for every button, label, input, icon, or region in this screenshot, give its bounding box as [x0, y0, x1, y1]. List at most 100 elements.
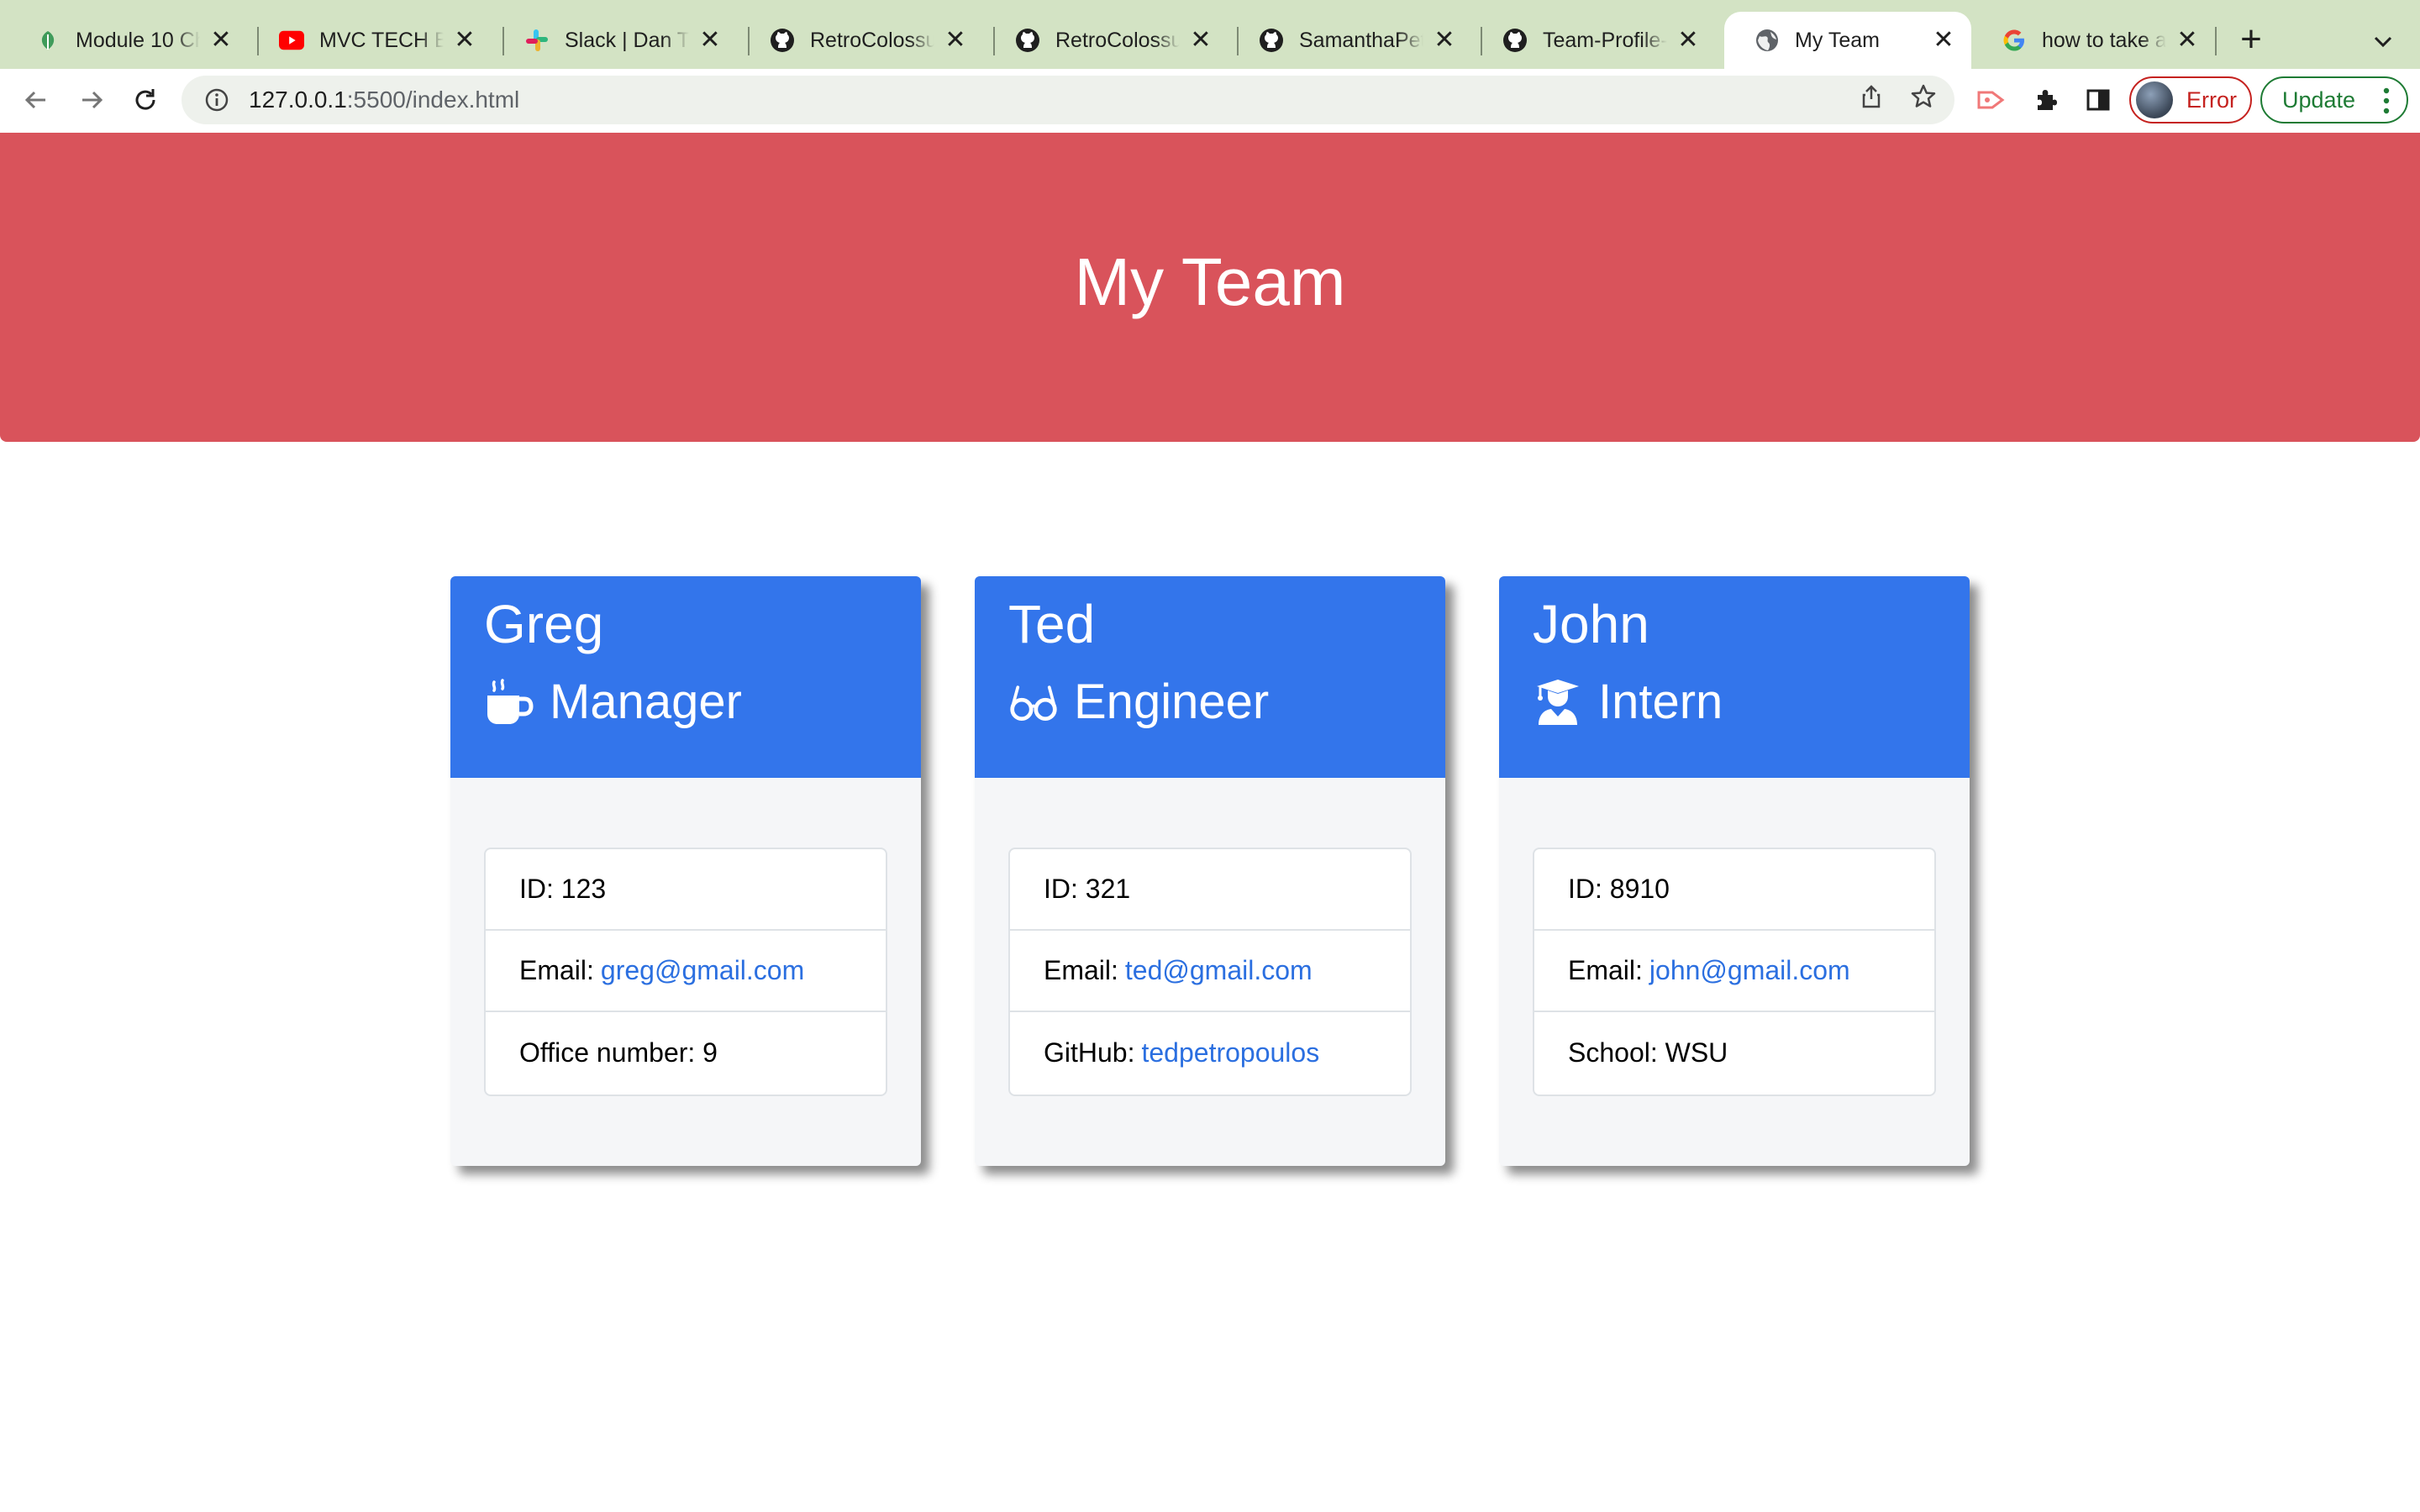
role-label: Engineer	[1074, 675, 1270, 729]
id-value: 321	[1085, 874, 1131, 904]
profile-button[interactable]: Error	[2129, 76, 2252, 123]
github-link[interactable]: tedpetropoulos	[1141, 1037, 1319, 1068]
update-button[interactable]: Update	[2260, 76, 2408, 123]
employee-details: ID: 123 Email: greg@gmail.com Office numb…	[484, 848, 887, 1096]
star-icon	[1910, 83, 1937, 114]
role-label: Manager	[550, 675, 742, 729]
close-icon[interactable]: ✕	[697, 28, 723, 53]
extension-button[interactable]	[1970, 81, 2012, 123]
profile-error-label: Error	[2186, 87, 2237, 113]
puzzle-icon	[2033, 87, 2060, 118]
close-icon[interactable]: ✕	[208, 28, 234, 53]
employee-card-manager: Greg Manager ID: 123 Email:greg@gmail.c	[450, 576, 921, 1166]
share-button[interactable]	[1850, 77, 1892, 119]
url-text: 127.0.0.1:5500/index.html	[249, 87, 519, 113]
email-link[interactable]: john@gmail.com	[1649, 955, 1850, 986]
side-panel-button[interactable]	[2077, 81, 2119, 123]
forward-button[interactable]	[71, 81, 113, 123]
close-icon[interactable]: ✕	[1432, 28, 1457, 53]
close-icon[interactable]: ✕	[1931, 28, 1956, 53]
card-header: John Intern	[1499, 576, 1970, 778]
reload-button[interactable]	[124, 81, 166, 123]
globe-icon	[1754, 28, 1780, 53]
id-row: ID: 321	[1010, 849, 1410, 931]
more-vert-icon	[2383, 87, 2390, 119]
youtube-icon	[279, 28, 304, 53]
tab-title: SamanthaPeterson	[1299, 28, 1423, 52]
id-row: ID: 8910	[1534, 849, 1934, 931]
graduate-icon	[1533, 677, 1583, 727]
id-row: ID: 123	[486, 849, 886, 931]
school-label: School:	[1568, 1037, 1658, 1068]
tab-title: MVC TECH BLOG	[319, 28, 444, 52]
github-icon	[1259, 28, 1284, 53]
tab-title: My Team	[1795, 28, 1880, 52]
info-icon[interactable]	[203, 87, 230, 113]
github-icon	[770, 28, 795, 53]
github-icon	[1502, 28, 1528, 53]
reload-icon	[131, 86, 160, 118]
github-row: GitHub: tedpetropoulos	[1010, 1012, 1410, 1094]
extensions-button[interactable]	[2025, 81, 2067, 123]
tab-google-search[interactable]: how to take a screenshot ✕	[1971, 12, 2215, 69]
email-label: Email:	[1044, 955, 1118, 985]
email-label: Email:	[519, 955, 594, 985]
tab-retrocolossus-2[interactable]: RetroColossus ✕	[985, 12, 1228, 69]
id-value: 8910	[1609, 874, 1670, 904]
tab-module-10[interactable]: Module 10 Challenge ✕	[5, 12, 249, 69]
email-row: Email: ted@gmail.com	[1010, 931, 1410, 1012]
id-label: ID:	[1044, 874, 1078, 904]
tab-strip: Module 10 Challenge ✕ MVC TECH BLOG ✕ Sl…	[0, 0, 2420, 69]
office-number-value: 9	[702, 1037, 718, 1068]
employee-details: ID: 321 Email: ted@gmail.com GitHub: tedpe…	[1008, 848, 1412, 1096]
email-row: Email: greg@gmail.com	[486, 931, 886, 1012]
employee-name: John	[1533, 594, 1649, 654]
close-icon[interactable]: ✕	[1188, 28, 1213, 53]
github-label: GitHub:	[1044, 1037, 1135, 1068]
url-path: :5500/index.html	[346, 87, 520, 113]
close-icon[interactable]: ✕	[1676, 28, 1701, 53]
employee-name: Greg	[484, 594, 604, 654]
close-icon[interactable]: ✕	[2175, 28, 2200, 53]
close-icon[interactable]: ✕	[452, 28, 477, 53]
side-panel-icon	[2085, 87, 2112, 118]
id-label: ID:	[519, 874, 554, 904]
bookmark-button[interactable]	[1902, 77, 1944, 119]
new-tab-button[interactable]: +	[2230, 18, 2272, 60]
email-label: Email:	[1568, 955, 1643, 985]
arrow-right-icon	[77, 86, 106, 118]
employee-name: Ted	[1008, 594, 1096, 654]
google-icon	[2002, 28, 2027, 53]
tab-team-profile-generator[interactable]: Team-Profile-Generator ✕	[1472, 12, 1716, 69]
school-value: WSU	[1665, 1037, 1728, 1068]
glasses-icon	[1008, 677, 1059, 727]
employee-details: ID: 8910 Email: john@gmail.com School: WS…	[1533, 848, 1936, 1096]
tab-my-team[interactable]: My Team ✕	[1724, 12, 1971, 69]
office-number-row: Office number: 9	[486, 1012, 886, 1094]
url-host: 127.0.0.1	[249, 87, 347, 113]
employee-card-intern: John Intern ID: 8910 Email: john@gmail.c…	[1499, 576, 1970, 1166]
back-button[interactable]	[15, 81, 57, 123]
update-label: Update	[2282, 87, 2356, 113]
email-link[interactable]: ted@gmail.com	[1125, 955, 1313, 986]
office-number-label: Office number:	[519, 1037, 696, 1068]
tab-slack[interactable]: Slack | Dan Thomas ✕	[494, 12, 738, 69]
tab-search-button[interactable]	[2368, 27, 2398, 57]
email-link[interactable]: greg@gmail.com	[601, 955, 804, 986]
email-row: Email: john@gmail.com	[1534, 931, 1934, 1012]
avatar	[2136, 81, 2173, 118]
tab-mvc-tech-blog[interactable]: MVC TECH BLOG ✕	[249, 12, 492, 69]
extension-arrow-icon	[1975, 87, 2006, 117]
share-icon	[1859, 84, 1884, 113]
employee-role: Manager	[484, 674, 742, 730]
role-label: Intern	[1598, 675, 1723, 729]
tab-retrocolossus-1[interactable]: RetroColossus ✕	[739, 12, 983, 69]
mug-icon	[484, 677, 534, 727]
leaf-icon	[35, 28, 60, 53]
close-icon[interactable]: ✕	[943, 28, 968, 53]
school-row: School: WSU	[1534, 1012, 1934, 1094]
page-viewport: My Team Greg Manager ID: 123 Email: greg…	[0, 133, 2420, 1512]
address-bar[interactable]: 127.0.0.1:5500/index.html	[182, 76, 1954, 124]
id-label: ID:	[1568, 874, 1602, 904]
tab-samanthapeterson[interactable]: SamanthaPeterson ✕	[1228, 12, 1472, 69]
